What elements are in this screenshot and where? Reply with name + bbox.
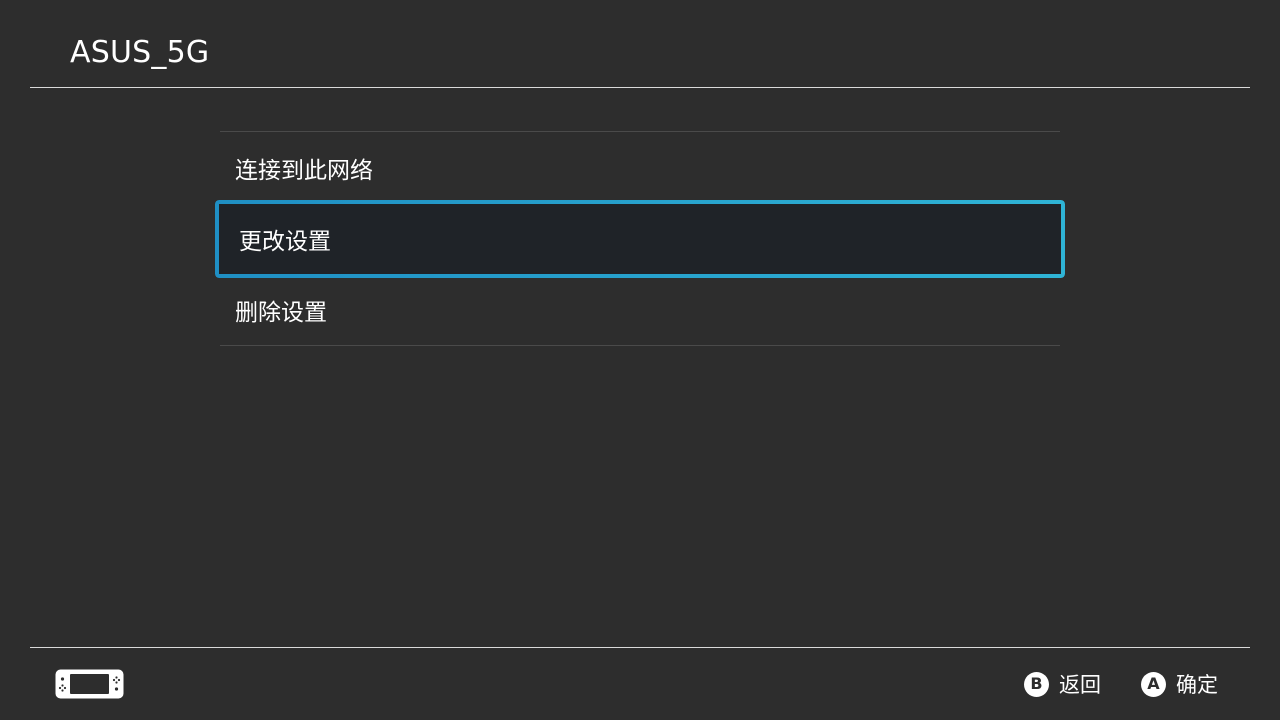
network-options-menu: 连接到此网络 更改设置 删除设置 bbox=[219, 131, 1061, 346]
menu-divider-bottom bbox=[220, 345, 1060, 346]
footer-actions: B 返回 A 确定 bbox=[1024, 668, 1218, 700]
confirm-label: 确定 bbox=[1176, 673, 1218, 697]
menu-item-change-settings[interactable]: 更改设置 bbox=[215, 200, 1065, 278]
confirm-button[interactable]: A 确定 bbox=[1141, 669, 1218, 699]
b-button-icon: B bbox=[1024, 671, 1049, 697]
handheld-console-icon bbox=[55, 669, 124, 699]
menu-item-label: 删除设置 bbox=[235, 299, 327, 326]
back-button[interactable]: B 返回 bbox=[1024, 669, 1101, 699]
back-label: 返回 bbox=[1059, 673, 1101, 697]
a-button-icon: A bbox=[1141, 671, 1166, 697]
footer-divider bbox=[30, 647, 1250, 648]
header-divider bbox=[30, 87, 1250, 88]
menu-item-label: 连接到此网络 bbox=[235, 157, 373, 184]
menu-item-delete-settings[interactable]: 删除设置 bbox=[220, 274, 1060, 345]
menu-item-label: 更改设置 bbox=[239, 229, 331, 255]
page-title: ASUS_5G bbox=[70, 35, 210, 70]
menu-item-connect[interactable]: 连接到此网络 bbox=[220, 132, 1060, 203]
network-options-screen: ASUS_5G 连接到此网络 更改设置 删除设置 B 返回 A 确定 bbox=[0, 0, 1280, 720]
